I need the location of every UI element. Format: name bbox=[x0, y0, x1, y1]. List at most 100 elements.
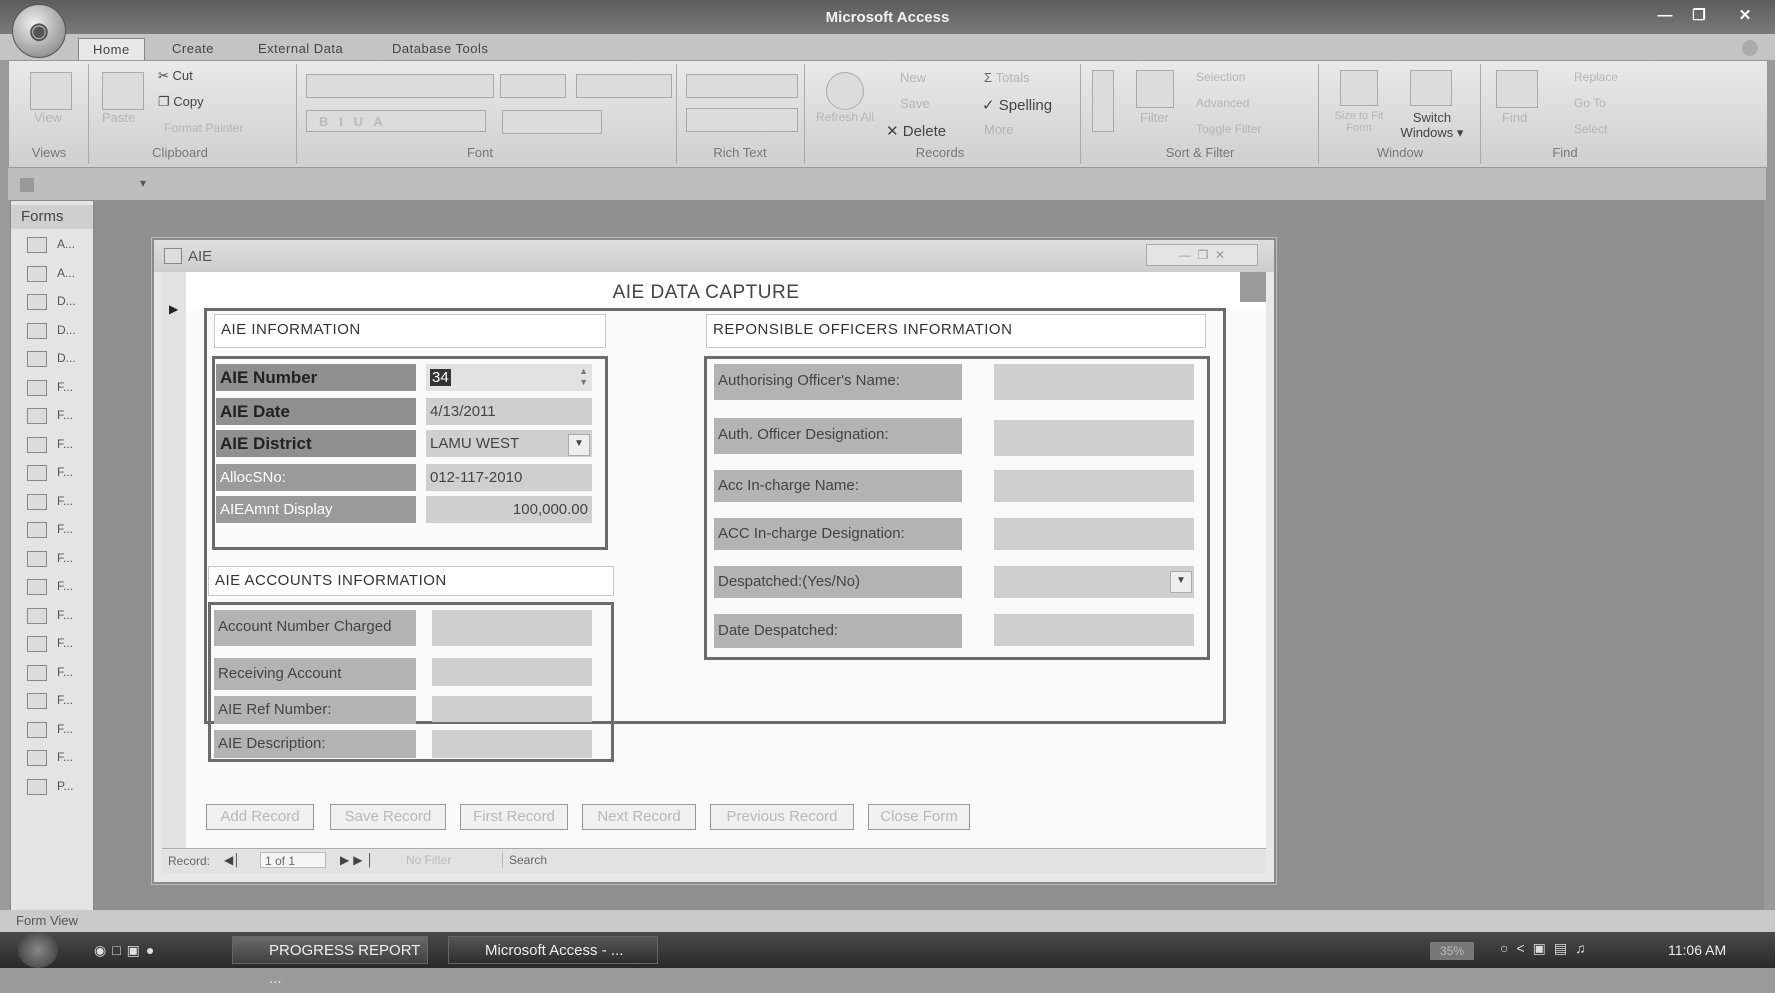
delete-button[interactable]: ✕ Delete bbox=[886, 122, 946, 140]
save-icon[interactable] bbox=[20, 178, 34, 192]
select-button[interactable]: Select bbox=[1574, 122, 1607, 136]
sort-icons[interactable] bbox=[1092, 70, 1114, 132]
bold-italic-underline-buttons[interactable]: B I U A bbox=[306, 110, 486, 132]
nav-form-item[interactable]: F... bbox=[27, 436, 91, 459]
replace-button[interactable]: Replace bbox=[1574, 70, 1618, 84]
receiving-account-field[interactable] bbox=[432, 658, 592, 686]
tab-database-tools[interactable]: Database Tools bbox=[378, 38, 502, 60]
record-position-field[interactable]: 1 of 1 bbox=[260, 852, 326, 868]
taskbar-progress-report[interactable]: PROGRESS REPORT ... bbox=[232, 936, 428, 987]
form-window-controls[interactable]: — ❐ ✕ bbox=[1146, 244, 1258, 266]
tray-icons[interactable]: ○<▣▤♫ bbox=[1500, 940, 1594, 957]
nav-form-item[interactable]: D... bbox=[27, 294, 91, 316]
indent-buttons[interactable] bbox=[686, 74, 798, 98]
nav-form-item[interactable]: F... bbox=[27, 579, 91, 601]
nav-form-item[interactable]: F... bbox=[27, 550, 91, 573]
find-button[interactable]: Find bbox=[1502, 110, 1527, 125]
start-button[interactable] bbox=[18, 932, 58, 968]
acc-in-charge-name-field[interactable] bbox=[994, 470, 1194, 502]
help-icon[interactable] bbox=[1742, 40, 1758, 56]
cut-button[interactable]: ✂ Cut bbox=[158, 68, 193, 84]
next-record-button[interactable]: Next Record bbox=[582, 804, 696, 830]
advanced-button[interactable]: Advanced bbox=[1196, 96, 1249, 110]
list-buttons[interactable] bbox=[686, 108, 798, 132]
paste-button[interactable]: Paste bbox=[102, 110, 135, 125]
new-record-button[interactable]: New bbox=[900, 70, 926, 85]
nav-form-item-label: F... bbox=[57, 693, 74, 708]
nav-form-item[interactable]: F... bbox=[27, 379, 91, 402]
add-record-button[interactable]: Add Record bbox=[206, 804, 314, 830]
previous-record-button[interactable]: Previous Record bbox=[710, 804, 854, 830]
aie-amount-field[interactable]: 100,000.00 bbox=[426, 496, 592, 523]
acc-in-charge-designation-field[interactable] bbox=[994, 518, 1194, 550]
close-button[interactable]: ✕ bbox=[1730, 6, 1760, 26]
font-name-select[interactable] bbox=[306, 74, 494, 98]
no-filter-indicator[interactable]: No Filter bbox=[406, 852, 494, 868]
aie-date-field[interactable]: 4/13/2011 bbox=[426, 398, 592, 425]
record-selector[interactable]: ▶ bbox=[162, 272, 186, 850]
nav-form-item[interactable]: F... bbox=[27, 636, 91, 658]
spelling-button[interactable]: ✓ Spelling bbox=[982, 96, 1052, 114]
allocsno-field[interactable]: 012-117-2010 bbox=[426, 464, 592, 491]
first-record-nav-icon[interactable]: ◀│ bbox=[224, 853, 241, 867]
nav-form-item[interactable]: F... bbox=[27, 465, 91, 487]
chevron-down-icon[interactable]: ▼ bbox=[568, 434, 590, 456]
aie-description-field[interactable] bbox=[432, 730, 592, 758]
nav-form-item[interactable]: F... bbox=[27, 664, 91, 687]
nav-form-item[interactable]: F... bbox=[27, 693, 91, 715]
close-form-button[interactable]: Close Form bbox=[868, 804, 970, 830]
zoom-indicator[interactable]: 35% bbox=[1430, 942, 1474, 960]
spinner-icon[interactable]: ▲ ▼ bbox=[579, 366, 588, 388]
next-record-nav-icon[interactable]: ▶▶│ bbox=[340, 853, 378, 867]
nav-form-item[interactable]: F... bbox=[27, 750, 91, 772]
nav-form-item[interactable]: F... bbox=[27, 408, 91, 430]
qat-dropdown-icon[interactable]: ▾ bbox=[140, 176, 146, 190]
go-to-button[interactable]: Go To bbox=[1574, 96, 1606, 110]
aie-district-combo[interactable]: LAMU WEST ▼ bbox=[426, 430, 592, 457]
view-button[interactable]: View bbox=[34, 110, 62, 125]
copy-button[interactable]: ❐ Copy bbox=[158, 94, 204, 110]
save-ribbon-button[interactable]: Save bbox=[900, 96, 930, 111]
taskbar-microsoft-access[interactable]: Microsoft Access - ... bbox=[448, 936, 658, 964]
chevron-down-icon[interactable]: ▼ bbox=[1170, 571, 1192, 593]
nav-form-item[interactable]: F... bbox=[27, 493, 91, 516]
auth-officer-designation-field[interactable] bbox=[994, 420, 1194, 456]
more-button[interactable]: More bbox=[984, 122, 1014, 137]
nav-form-item[interactable]: D... bbox=[27, 351, 91, 373]
despatched-combo[interactable]: ▼ bbox=[994, 566, 1194, 598]
first-record-button[interactable]: First Record bbox=[460, 804, 568, 830]
tab-home[interactable]: Home bbox=[78, 38, 145, 61]
filter-button[interactable]: Filter bbox=[1140, 110, 1169, 125]
gridlines-buttons[interactable] bbox=[502, 110, 602, 134]
refresh-all-button[interactable]: Refresh All bbox=[814, 110, 876, 124]
toggle-filter-button[interactable]: Toggle Filter bbox=[1196, 122, 1261, 136]
nav-pane-header[interactable]: Forms bbox=[11, 205, 93, 229]
office-button[interactable]: ◉ bbox=[12, 4, 66, 58]
minimize-button[interactable]: — bbox=[1650, 6, 1680, 26]
tab-external-data[interactable]: External Data bbox=[244, 38, 357, 60]
aie-ref-number-field[interactable] bbox=[432, 696, 592, 722]
nav-form-item[interactable]: F... bbox=[27, 522, 91, 544]
nav-form-item[interactable]: F... bbox=[27, 721, 91, 744]
date-despatched-field[interactable] bbox=[994, 614, 1194, 646]
size-to-fit-button[interactable]: Size to Fit Form bbox=[1326, 110, 1392, 134]
nav-form-item[interactable]: D... bbox=[27, 322, 91, 345]
nav-form-item[interactable]: A... bbox=[27, 237, 91, 259]
quick-launch-icons[interactable]: ◉□▣● bbox=[94, 942, 204, 958]
font-size-select[interactable] bbox=[500, 74, 566, 98]
nav-form-item[interactable]: A... bbox=[27, 265, 91, 288]
format-painter-button[interactable]: Format Painter bbox=[164, 121, 243, 135]
totals-button[interactable]: Σ Totals bbox=[984, 70, 1030, 85]
restore-button[interactable]: ❐ bbox=[1684, 6, 1714, 26]
tab-create[interactable]: Create bbox=[158, 38, 228, 60]
align-buttons[interactable] bbox=[576, 74, 672, 98]
nav-form-item[interactable]: F... bbox=[27, 607, 91, 630]
authorising-officer-name-field[interactable] bbox=[994, 364, 1194, 400]
save-record-button[interactable]: Save Record bbox=[330, 804, 446, 830]
nav-form-item[interactable]: P... bbox=[27, 778, 91, 801]
record-search-box[interactable]: Search bbox=[502, 852, 662, 868]
aie-number-field[interactable]: 34 ▲ ▼ bbox=[426, 364, 592, 391]
switch-windows-button[interactable]: Switch Windows ▾ bbox=[1396, 110, 1468, 140]
account-number-charged-field[interactable] bbox=[432, 610, 592, 646]
selection-button[interactable]: Selection bbox=[1196, 70, 1245, 84]
